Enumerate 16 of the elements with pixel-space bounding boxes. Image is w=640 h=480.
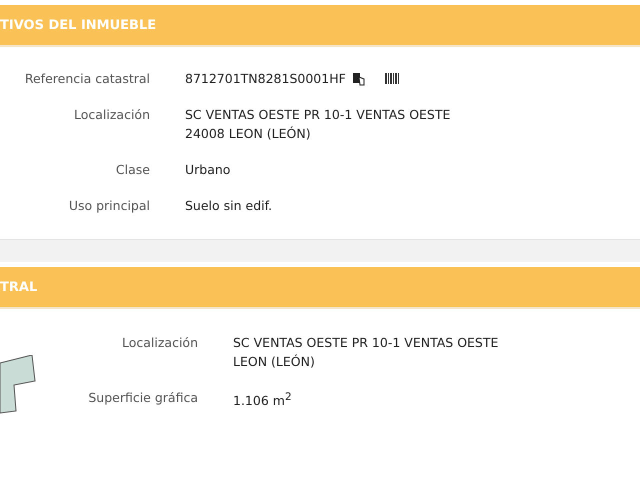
field-label: Localización bbox=[120, 334, 198, 352]
field-value: Suelo sin edif. bbox=[185, 197, 272, 215]
section-title: TRAL bbox=[0, 280, 38, 294]
field-value: 1.106 m$^{2}$ bbox=[233, 390, 292, 410]
field-value: 8712701TN8281S0001HF bbox=[185, 70, 346, 88]
section-title: TIVOS DEL INMUEBLE bbox=[0, 18, 156, 32]
field-value: Urbano bbox=[185, 161, 230, 179]
field-label: Referencia catastral bbox=[24, 70, 150, 88]
field-label: Uso principal bbox=[68, 197, 150, 215]
field-label: Clase bbox=[114, 161, 150, 179]
field-value: SC VENTAS OESTE PR 10-1 VENTAS OESTE LEON (LEÓN) bbox=[233, 334, 498, 371]
field-label: Superficie gráfica bbox=[87, 389, 198, 407]
copy-icon[interactable] bbox=[352, 72, 366, 86]
field-label: Localización bbox=[72, 106, 150, 124]
field-value: SC VENTAS OESTE PR 10-1 VENTAS OESTE 24008 LEON (LEÓN) bbox=[185, 106, 450, 143]
barcode-icon[interactable] bbox=[384, 72, 400, 86]
